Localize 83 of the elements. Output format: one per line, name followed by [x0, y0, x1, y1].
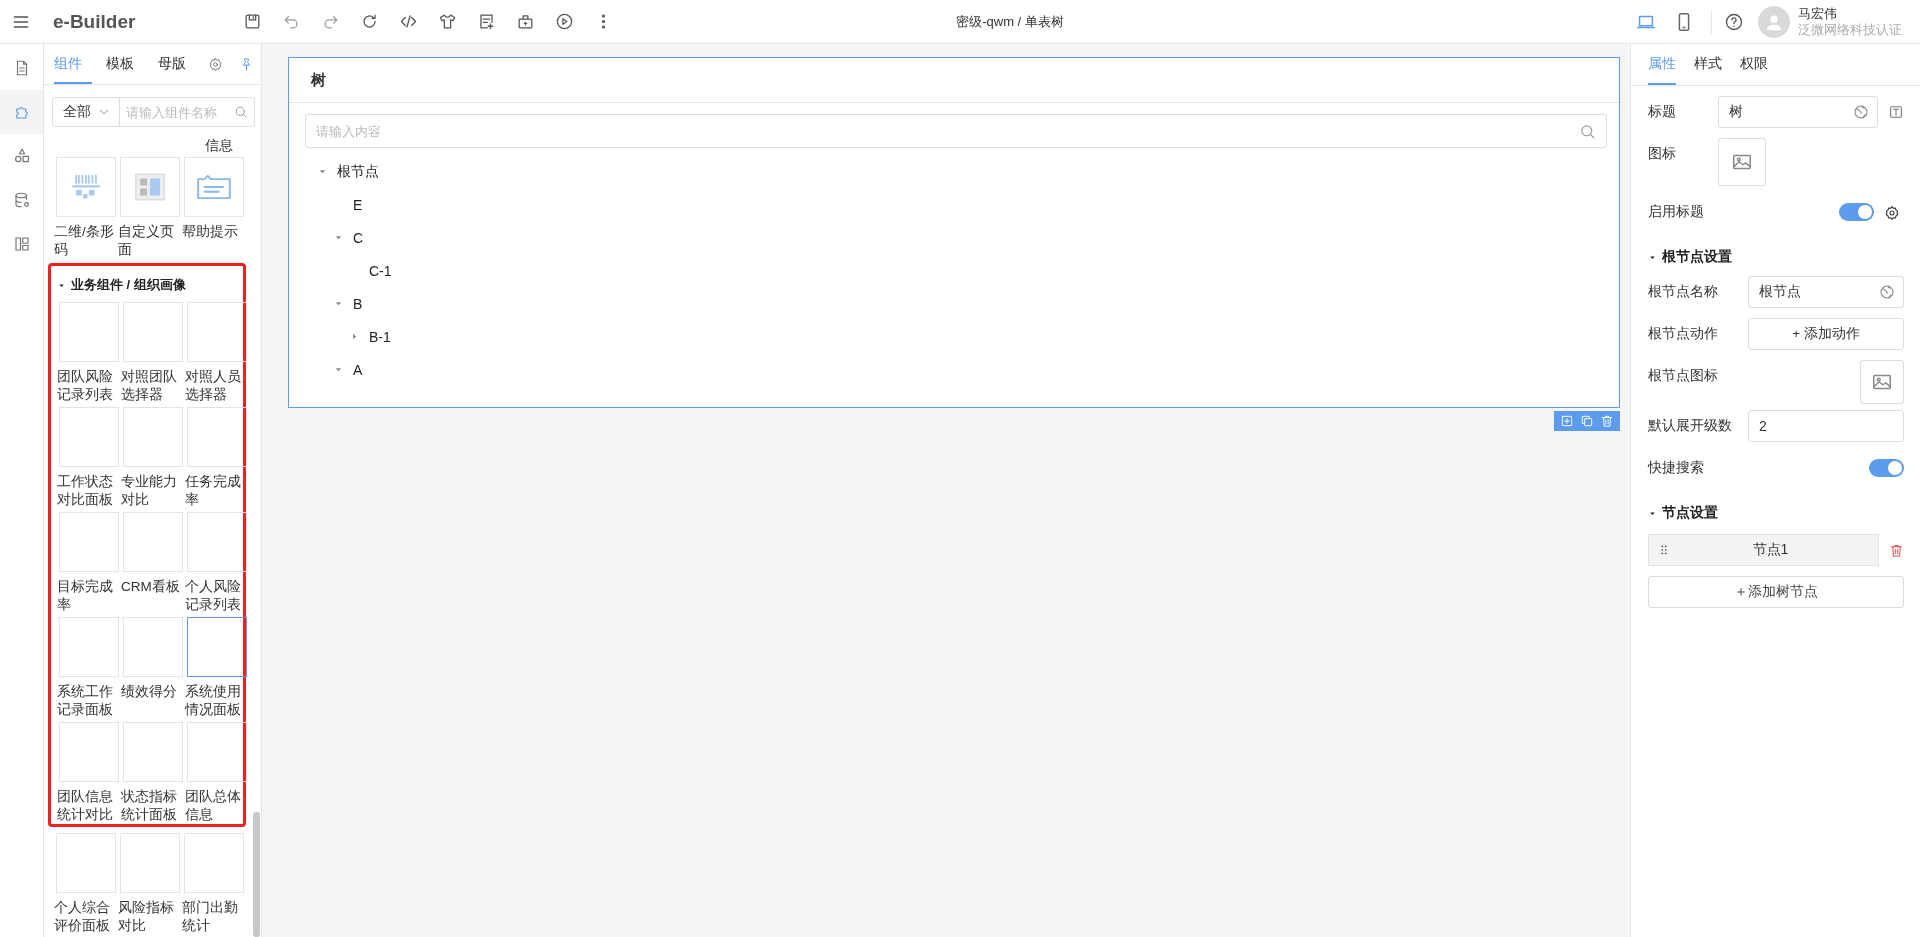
text-field[interactable]: 树	[1718, 96, 1878, 128]
component-label: 状态指标统计面板	[121, 788, 178, 824]
image-picker[interactable]	[1718, 138, 1766, 186]
component-label: 自定义页面	[118, 223, 175, 259]
toggle-switch[interactable]	[1869, 459, 1904, 477]
component-label: 任务完成率	[185, 473, 242, 509]
field-label: 标题	[1648, 103, 1677, 121]
play-icon[interactable]	[555, 12, 575, 31]
tree-node[interactable]: B	[353, 295, 363, 312]
field-label: 根节点名称	[1648, 283, 1719, 301]
globe-icon	[1879, 284, 1895, 300]
component-label: 个人风险记录列表	[185, 578, 242, 614]
search-icon	[1579, 122, 1596, 140]
user-organization: 泛微网络科技认证	[1798, 21, 1902, 38]
toggle-switch[interactable]	[1839, 203, 1874, 221]
search-field[interactable]: 请输入组件名称	[120, 97, 255, 127]
tree-card[interactable]: 树 请输入内容 根节点 E C C-1 B B-1 A	[288, 57, 1620, 408]
field-label: 启用标题	[1648, 203, 1705, 221]
panel-tab[interactable]: 权限	[1740, 44, 1768, 85]
text-format-icon[interactable]	[1888, 104, 1904, 120]
add-action-button[interactable]: + 添加动作	[1748, 318, 1904, 350]
field-label: 根节点动作	[1648, 325, 1719, 343]
component-label: 团队信息统计对比	[57, 788, 114, 824]
section-header[interactable]: 根节点设置	[1648, 248, 1904, 266]
settings-icon[interactable]	[1884, 204, 1900, 221]
field-label: 图标	[1648, 145, 1677, 163]
panel-tab[interactable]: 样式	[1694, 44, 1722, 85]
add-icon[interactable]	[1560, 414, 1574, 428]
tree-node[interactable]: B-1	[369, 328, 391, 345]
component-label: 工作状态对比面板	[57, 473, 114, 509]
field-label: 根节点图标	[1648, 367, 1719, 385]
component-label: 系统使用情况面板	[185, 683, 242, 719]
category-dropdown[interactable]: 全部	[52, 97, 120, 127]
search-input[interactable]: 请输入组件名称	[126, 104, 234, 120]
layout-icon	[12, 235, 31, 253]
component-label: 对照团队选择器	[121, 368, 178, 404]
tree-node[interactable]: E	[353, 196, 363, 213]
sidebar-item[interactable]	[0, 90, 43, 134]
component-label: 信息	[205, 137, 233, 153]
component-label: 绩效得分	[121, 683, 178, 701]
database-icon	[12, 191, 31, 209]
component-tile[interactable]	[187, 617, 247, 677]
component-label: 目标完成率	[57, 578, 114, 614]
field-label: 快捷搜索	[1648, 459, 1705, 477]
component-label: 二维/条形码	[54, 223, 115, 259]
app-name: e-Builder	[53, 10, 136, 33]
component-label: 帮助提示	[182, 223, 239, 241]
panel-tab[interactable]: 模板	[106, 44, 144, 84]
search-input[interactable]: 请输入内容	[316, 123, 1579, 139]
globe-icon	[1853, 104, 1869, 120]
card-title: 树	[311, 70, 326, 90]
panel-tab[interactable]: 母版	[158, 44, 196, 84]
component-label: CRM看板	[121, 578, 181, 596]
help-icon[interactable]	[1724, 11, 1744, 32]
component-label: 团队风险记录列表	[57, 368, 114, 404]
delete-icon[interactable]	[1889, 542, 1904, 558]
tree-node[interactable]: A	[353, 361, 363, 378]
group-header[interactable]: 业务组件 / 组织画像	[55, 272, 243, 302]
component-label: 团队总体信息	[185, 788, 242, 824]
user-name: 马宏伟	[1798, 5, 1838, 22]
search-field[interactable]: 请输入内容	[305, 114, 1607, 148]
component-label: 专业能力对比	[121, 473, 178, 509]
search-icon	[234, 105, 248, 119]
shapes-icon	[12, 147, 31, 165]
section-header[interactable]: 节点设置	[1648, 504, 1904, 522]
text-field[interactable]: 根节点	[1748, 276, 1904, 308]
tree-node[interactable]: 根节点	[337, 162, 379, 181]
page-title: 密级-qwm / 单表树	[955, 12, 1064, 31]
tree-node[interactable]: C-1	[369, 262, 392, 279]
tree-node-item[interactable]: 节点1	[1648, 534, 1879, 566]
copy-icon[interactable]	[1580, 414, 1594, 428]
add-tree-node-button[interactable]: ＋添加树节点	[1648, 576, 1904, 608]
tree-node[interactable]: C	[353, 229, 364, 246]
component-label: 系统工作记录面板	[57, 683, 114, 719]
component-label: 风险指标对比	[118, 899, 175, 935]
delete-icon[interactable]	[1600, 414, 1614, 428]
image-picker[interactable]	[1860, 360, 1904, 404]
component-label: 部门出勤统计	[182, 899, 239, 935]
shirt-icon[interactable]	[438, 12, 458, 31]
field-label: 默认展开级数	[1648, 417, 1733, 435]
number-field[interactable]: 2	[1748, 410, 1904, 442]
component-label: 个人综合评价面板	[54, 899, 111, 935]
component-label: 对照人员选择器	[185, 368, 242, 404]
